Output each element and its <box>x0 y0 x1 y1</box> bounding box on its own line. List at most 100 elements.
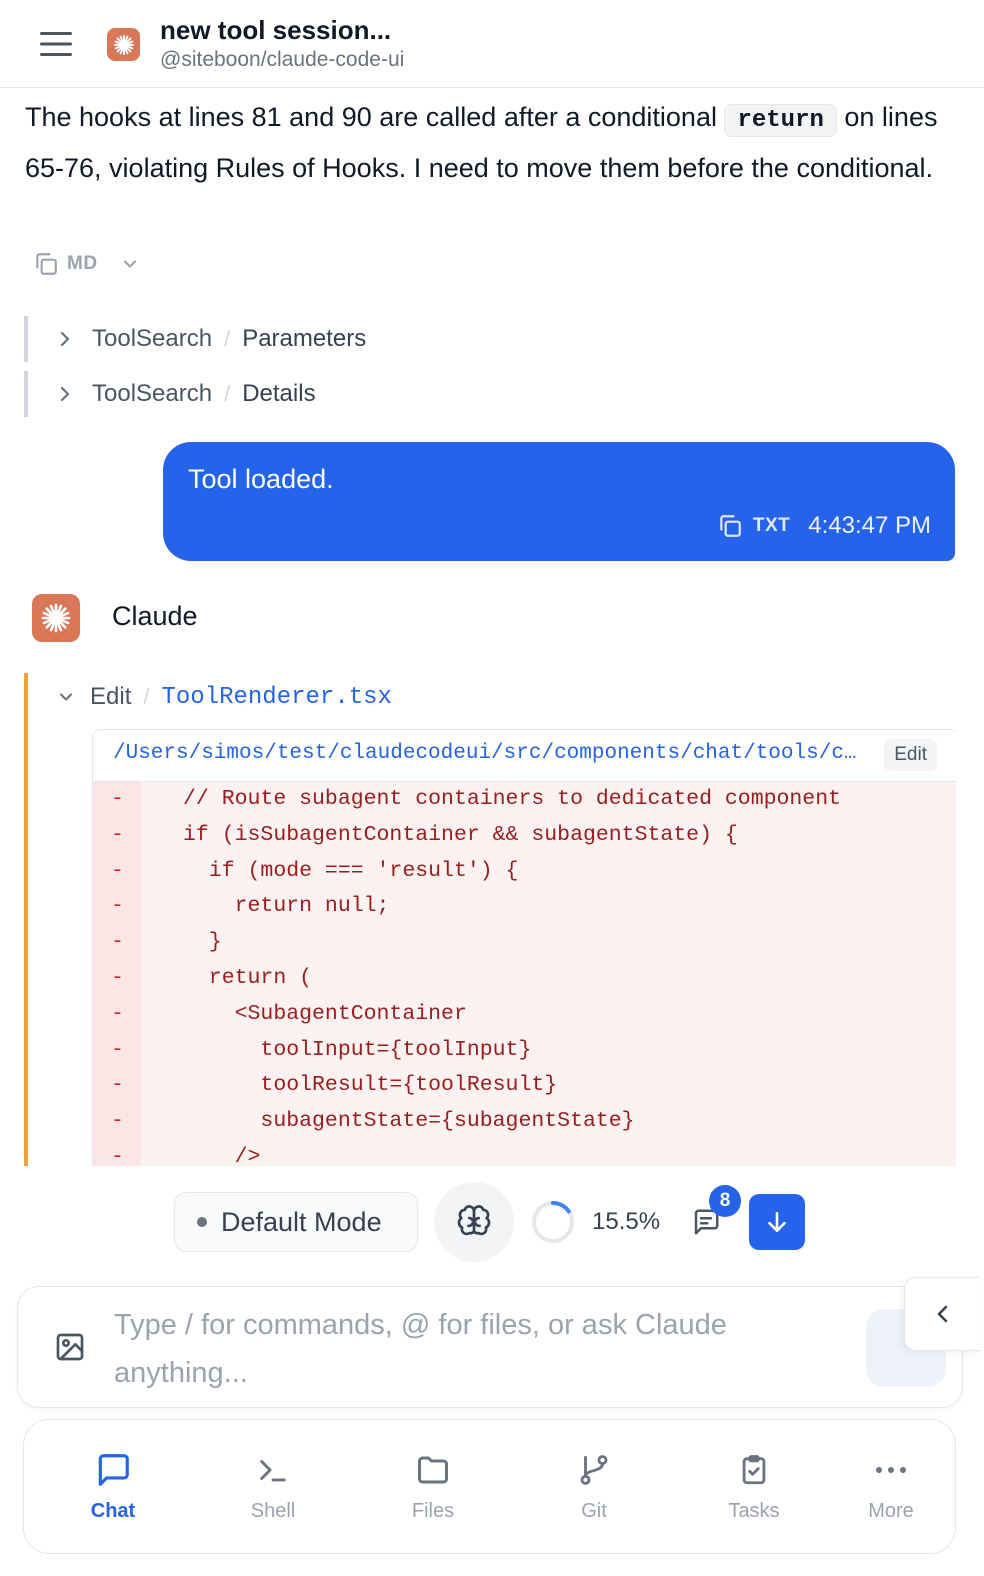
diff-removed-marker: - <box>111 1001 124 1026</box>
copy-message-button[interactable]: MD <box>33 248 140 280</box>
scroll-to-bottom-button[interactable] <box>749 1194 805 1250</box>
user-message-text: Tool loaded. <box>188 464 334 494</box>
diff-removed-line: - } <box>93 925 956 961</box>
menu-button[interactable] <box>36 24 76 64</box>
diff-removed-marker: - <box>111 1109 124 1134</box>
breadcrumb-separator: / <box>143 684 150 709</box>
diff-removed-marker: - <box>111 1144 124 1166</box>
diff-lines: - // Route subagent containers to dedicat… <box>93 782 956 1166</box>
nav-label: Shell <box>250 1500 296 1522</box>
diff-line-code: toolInput={toolInput} <box>183 1037 532 1062</box>
nav-label: More <box>868 1500 914 1522</box>
context-usage-percent: 15.5% <box>592 1208 661 1235</box>
claude-avatar-icon <box>32 594 80 642</box>
tool-section: Parameters <box>242 325 367 352</box>
diff-removed-marker: - <box>111 965 124 990</box>
context-usage-ring <box>532 1201 574 1243</box>
chat-icon <box>93 1450 133 1490</box>
chevron-right-icon <box>58 329 78 349</box>
claude-logo-icon <box>107 28 140 61</box>
diff-removed-line: - subagentState={subagentState} <box>93 1104 956 1140</box>
nav-more[interactable]: More <box>836 1450 946 1523</box>
diff-removed-line: - toolInput={toolInput} <box>93 1033 956 1069</box>
diff-removed-line: - /> <box>93 1140 956 1166</box>
message-count-badge: 8 <box>709 1185 741 1217</box>
copy-icon <box>36 253 57 275</box>
diff-removed-marker: - <box>111 894 124 919</box>
diff-line-code: if (mode === 'result') { <box>183 858 519 883</box>
diff-removed-marker: - <box>111 787 124 811</box>
chat-input[interactable]: Type / for commands, @ for files, or ask… <box>114 1301 854 1397</box>
inline-code: return <box>724 104 837 137</box>
nav-label: Files <box>411 1500 455 1522</box>
mode-label: Default Mode <box>221 1206 382 1237</box>
diff-line-code: if (isSubagentContainer && subagentState… <box>183 822 738 847</box>
tool-name: ToolSearch <box>92 380 213 407</box>
tool-row-details[interactable]: ToolSearch / Details <box>24 371 924 417</box>
tool-section: Details <box>242 380 316 407</box>
diff-removed-line: - toolResult={toolResult} <box>93 1068 956 1104</box>
nav-shell[interactable]: Shell <box>218 1450 328 1523</box>
diff-line-code: /> <box>183 1144 261 1166</box>
diff-removed-line: - if (isSubagentContainer && subagentStat… <box>93 818 956 854</box>
git-branch-icon <box>574 1450 614 1490</box>
bottom-navigation: Chat Shell Files Git Tasks More <box>23 1419 956 1554</box>
copy-format-label: MD <box>67 253 98 274</box>
diff-line-code: return ( <box>183 965 313 990</box>
message-text-part: The hooks at lines 81 and 90 are called … <box>25 102 725 132</box>
edit-tool-block: Edit / ToolRenderer.tsx /Users/simos/tes… <box>24 673 956 1166</box>
diff-removed-marker: - <box>111 858 124 883</box>
chevron-down-icon[interactable] <box>120 254 140 274</box>
diff-removed-line: - return ( <box>93 961 956 997</box>
diff-removed-marker: - <box>111 1073 124 1098</box>
diff-line-code: <SubagentContainer <box>183 1001 467 1026</box>
more-icon <box>871 1450 911 1490</box>
thinking-mode-button[interactable] <box>434 1182 514 1262</box>
app-header: new tool session... @siteboon/claude-cod… <box>0 0 984 88</box>
sidebar-toggle-button[interactable] <box>904 1277 980 1351</box>
nav-label: Tasks <box>728 1500 780 1522</box>
assistant-name: Claude <box>112 601 198 631</box>
chevron-left-icon <box>937 1305 947 1323</box>
nav-git[interactable]: Git <box>539 1450 649 1523</box>
chevron-down-icon <box>59 693 73 701</box>
open-in-editor-button[interactable]: Edit <box>884 739 937 771</box>
diff-removed-marker: - <box>111 930 124 955</box>
breadcrumb-separator: / <box>224 326 231 351</box>
tool-name: ToolSearch <box>92 325 213 352</box>
clipboard-icon <box>734 1450 774 1490</box>
diff-removed-line: - return null; <box>93 889 956 925</box>
permission-mode-button[interactable]: Default Mode <box>174 1192 418 1252</box>
diff-removed-line: - // Route subagent containers to dedicat… <box>93 782 956 818</box>
diff-line-code: subagentState={subagentState} <box>183 1109 635 1134</box>
tool-name: Edit <box>90 683 132 710</box>
chat-input-box: Type / for commands, @ for files, or ask… <box>17 1286 963 1408</box>
nav-tasks[interactable]: Tasks <box>699 1450 809 1523</box>
diff-line-code: // Route subagent containers to dedicate… <box>183 787 842 811</box>
diff-line-code: toolResult={toolResult} <box>183 1073 558 1098</box>
attach-image-button[interactable] <box>52 1329 88 1365</box>
copy-icon[interactable] <box>717 513 743 539</box>
edit-tool-header[interactable]: Edit / ToolRenderer.tsx <box>56 681 392 713</box>
image-icon <box>56 1333 84 1361</box>
hamburger-icon <box>40 32 72 56</box>
message-timestamp: 4:43:47 PM <box>808 512 931 539</box>
nav-files[interactable]: Files <box>378 1450 488 1523</box>
diff-removed-line: - if (mode === 'result') { <box>93 854 956 890</box>
project-name: @siteboon/claude-code-ui <box>160 48 405 71</box>
user-message-bubble: Tool loaded. TXT 4:43:47 PM <box>163 442 955 561</box>
diff-line-code: } <box>183 930 222 955</box>
breadcrumb-separator: / <box>224 381 231 406</box>
diff-view: /Users/simos/test/claudecodeui/src/compo… <box>92 729 956 1166</box>
terminal-icon <box>253 1450 293 1490</box>
diff-removed-marker: - <box>111 1037 124 1062</box>
file-path-link[interactable]: /Users/simos/test/claudecodeui/src/compo… <box>113 742 858 765</box>
edited-file-link[interactable]: ToolRenderer.tsx <box>161 684 391 711</box>
diff-removed-line: - <SubagentContainer <box>93 997 956 1033</box>
diff-removed-marker: - <box>111 822 124 847</box>
arrow-down-icon <box>768 1212 786 1232</box>
nav-label: Git <box>581 1500 607 1522</box>
copy-format-label[interactable]: TXT <box>753 515 790 537</box>
nav-chat[interactable]: Chat <box>58 1450 168 1523</box>
tool-row-parameters[interactable]: ToolSearch / Parameters <box>24 316 924 362</box>
